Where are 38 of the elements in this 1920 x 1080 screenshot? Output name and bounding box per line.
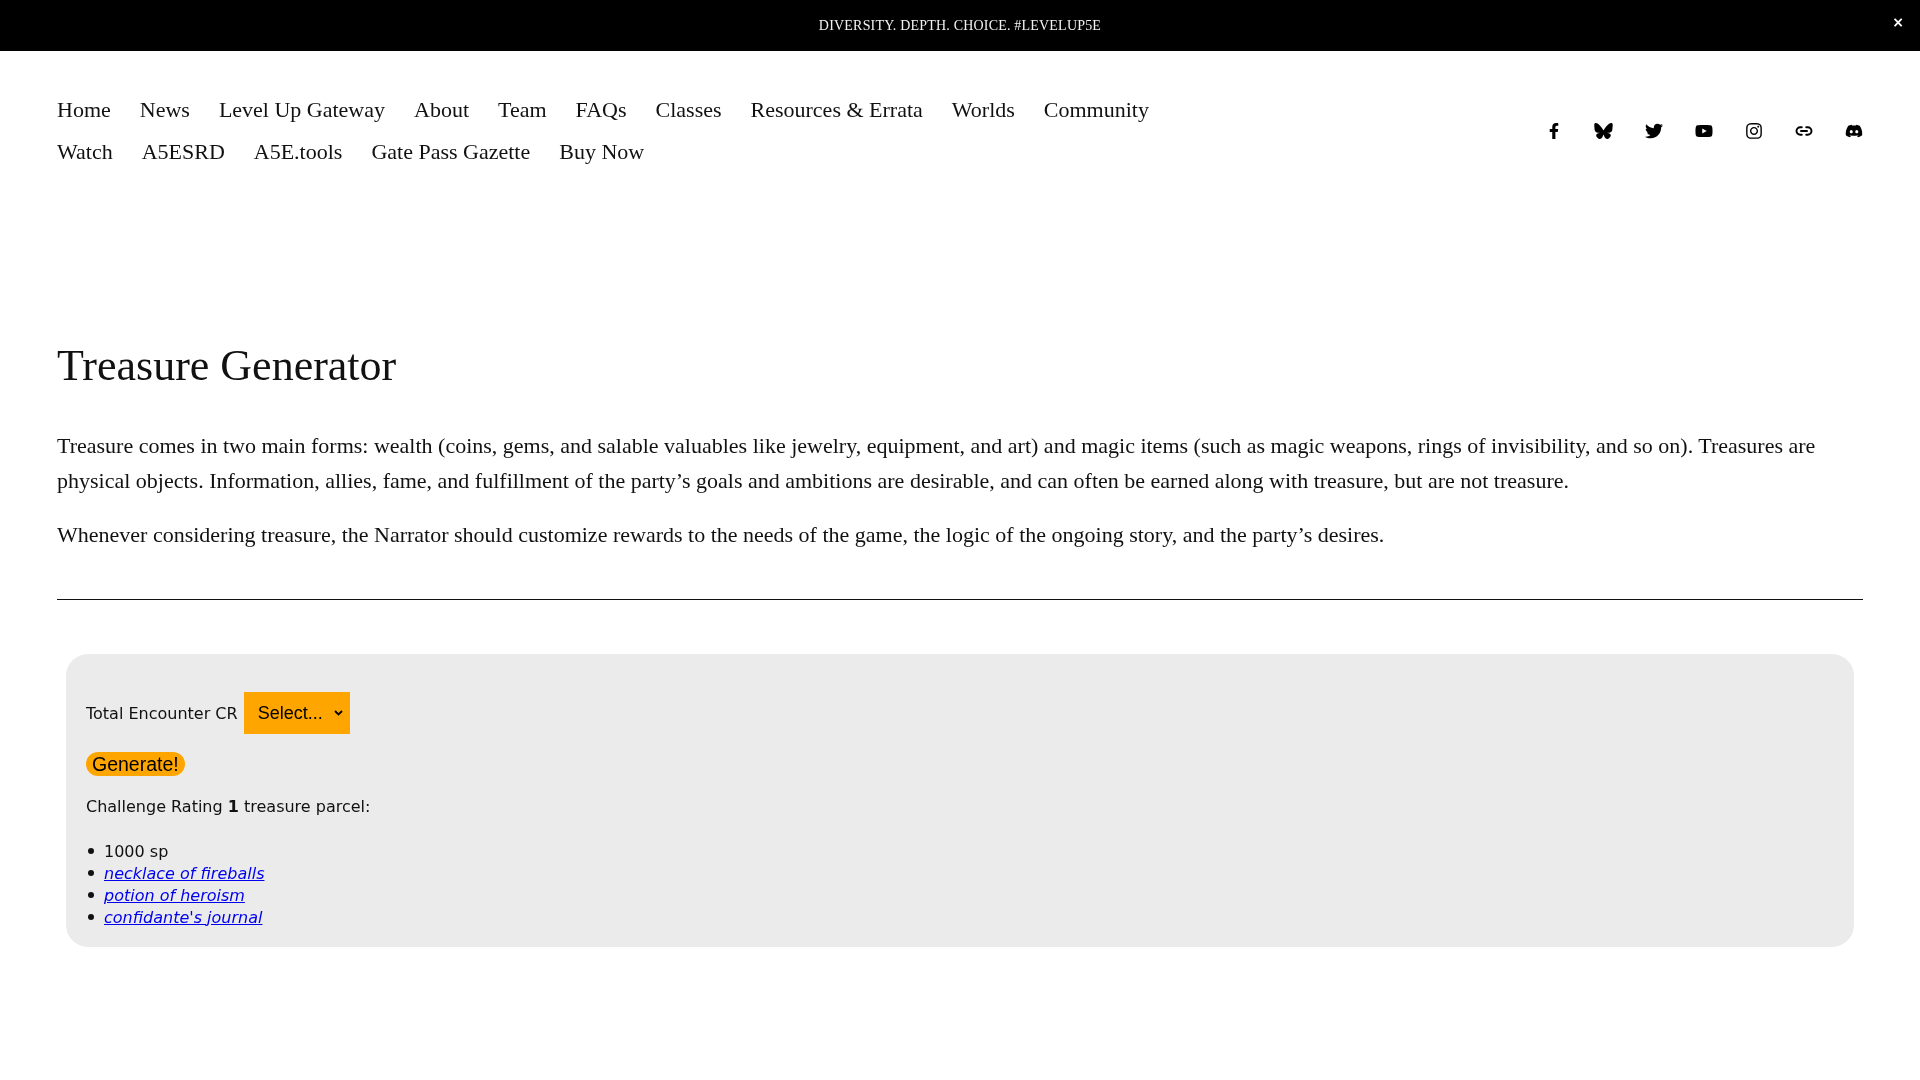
nav-link[interactable]: News <box>139 89 190 131</box>
bullet-icon <box>88 848 94 854</box>
paragraph: Treasure comes in two main forms: wealth (coins, gems, and salable valuables like jewelry, equipment, and art) and magic items (such as magic weapons, rings of invisibility, and so on). Treasures are physical objects. Information, allies, fame, and fulfillment of the party’s goals and ambitions are desirable, and can often be earned along with treasure, but are not treasure. <box>57 432 1817 495</box>
generate-button[interactable]: Generate! <box>86 752 185 776</box>
cr-select[interactable]: Select... <box>243 692 350 734</box>
discord-icon[interactable] <box>1845 122 1863 140</box>
nav-link[interactable]: Classes <box>655 89 722 131</box>
cr-label: Total Encounter CR <box>86 703 238 723</box>
nav-link[interactable]: A5ESRD <box>141 131 225 173</box>
nav-link[interactable]: FAQs <box>575 89 627 131</box>
item-link[interactable]: confidante's journal <box>104 907 263 927</box>
close-button[interactable]: × <box>1892 14 1904 29</box>
item-link[interactable]: potion of heroism <box>104 885 245 905</box>
nav-link[interactable]: Level Up Gateway <box>218 89 386 131</box>
bullet-icon <box>88 914 94 920</box>
nav-link[interactable]: Buy Now <box>559 131 645 173</box>
nav-link[interactable]: Gate Pass Gazette <box>371 131 531 173</box>
page-title: Treasure Generator <box>57 340 398 392</box>
nav-link[interactable]: Worlds <box>951 89 1015 131</box>
chevron-down-icon <box>333 710 343 716</box>
announcement-text: DIVERSITY. DEPTH. CHOICE. #LEVELUP5E <box>818 17 1102 34</box>
item-link[interactable]: necklace of fireballs <box>104 863 265 883</box>
camera-icon[interactable] <box>1745 122 1763 140</box>
nav-link[interactable]: About <box>414 89 470 131</box>
result-heading: Challenge Rating 1 treasure parcel: <box>86 797 372 816</box>
nav-link[interactable]: Home <box>57 89 111 131</box>
bullet-icon <box>88 892 94 898</box>
bullet-icon <box>88 870 94 876</box>
nav-link[interactable]: A5E.tools <box>253 131 343 173</box>
item-text: 1000 sp <box>104 841 169 861</box>
play-button-icon[interactable] <box>1695 122 1713 140</box>
bird-icon[interactable] <box>1645 122 1663 140</box>
nav-link[interactable]: Community <box>1043 89 1149 131</box>
butterfly-icon[interactable] <box>1594 123 1613 139</box>
nav-link[interactable]: Resources & Errata <box>750 89 923 131</box>
nav-link[interactable]: Team <box>498 89 547 131</box>
nav-link[interactable]: Watch <box>57 131 113 173</box>
paragraph: Whenever considering treasure, the Narrator should customize rewards to the needs of the game, the logic of the ongoing story, and the party’s desires. <box>57 521 1386 549</box>
